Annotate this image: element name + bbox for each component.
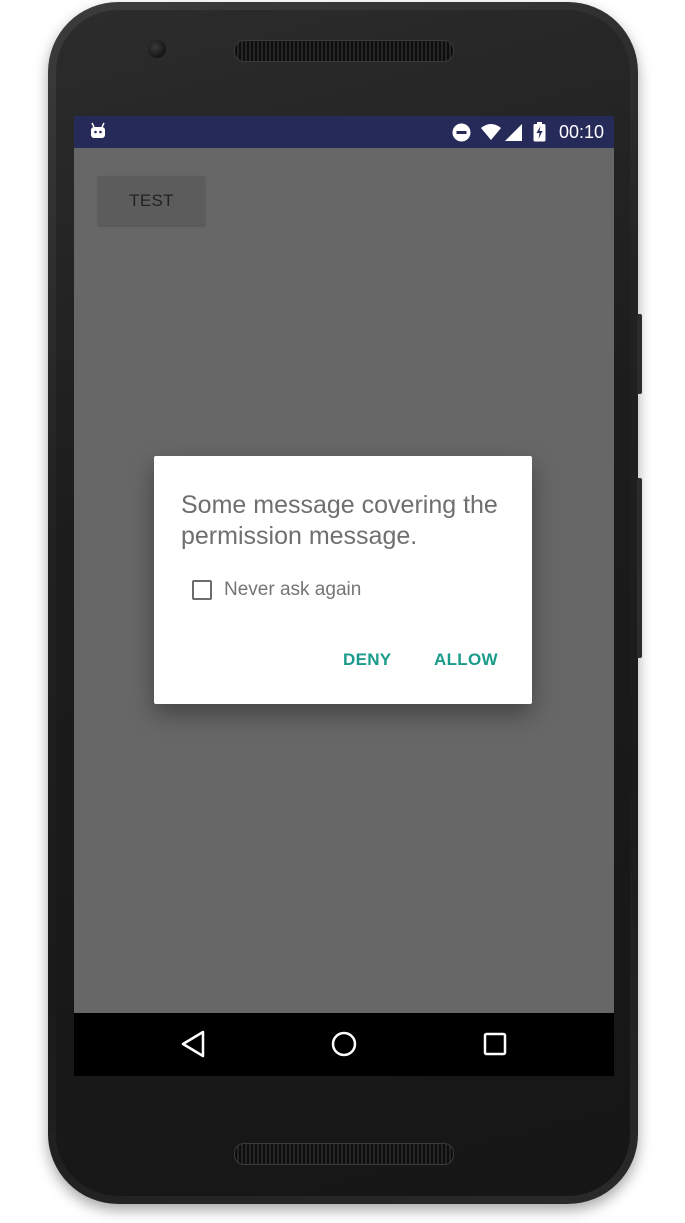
bottom-speaker xyxy=(234,1143,454,1165)
allow-button[interactable]: ALLOW xyxy=(434,650,498,670)
battery-charging-icon xyxy=(533,122,546,142)
status-time: 00:10 xyxy=(558,122,604,142)
cell-signal-icon xyxy=(505,124,522,141)
front-camera xyxy=(148,40,166,58)
home-icon[interactable] xyxy=(329,1029,359,1059)
volume-button xyxy=(637,478,642,658)
android-debug-icon xyxy=(91,122,105,138)
status-bar: 00:10 xyxy=(74,116,614,148)
permission-dialog: Some message covering the permission mes… xyxy=(154,456,532,704)
wifi-icon xyxy=(481,124,501,140)
screen: 00:10 TEST Some message covering the per… xyxy=(74,116,614,1076)
deny-button[interactable]: DENY xyxy=(343,650,391,670)
back-icon[interactable] xyxy=(178,1029,208,1059)
test-button[interactable]: TEST xyxy=(98,176,205,225)
power-button xyxy=(637,314,642,394)
dialog-message: Some message covering the permission mes… xyxy=(181,491,498,550)
recents-icon[interactable] xyxy=(480,1029,510,1059)
never-ask-again-row[interactable]: Never ask again xyxy=(192,577,361,603)
do-not-disturb-icon xyxy=(452,123,471,142)
navigation-bar xyxy=(74,1013,614,1076)
top-speaker xyxy=(234,40,454,62)
never-ask-again-checkbox[interactable] xyxy=(192,580,212,600)
never-ask-again-label[interactable]: Never ask again xyxy=(224,579,361,601)
